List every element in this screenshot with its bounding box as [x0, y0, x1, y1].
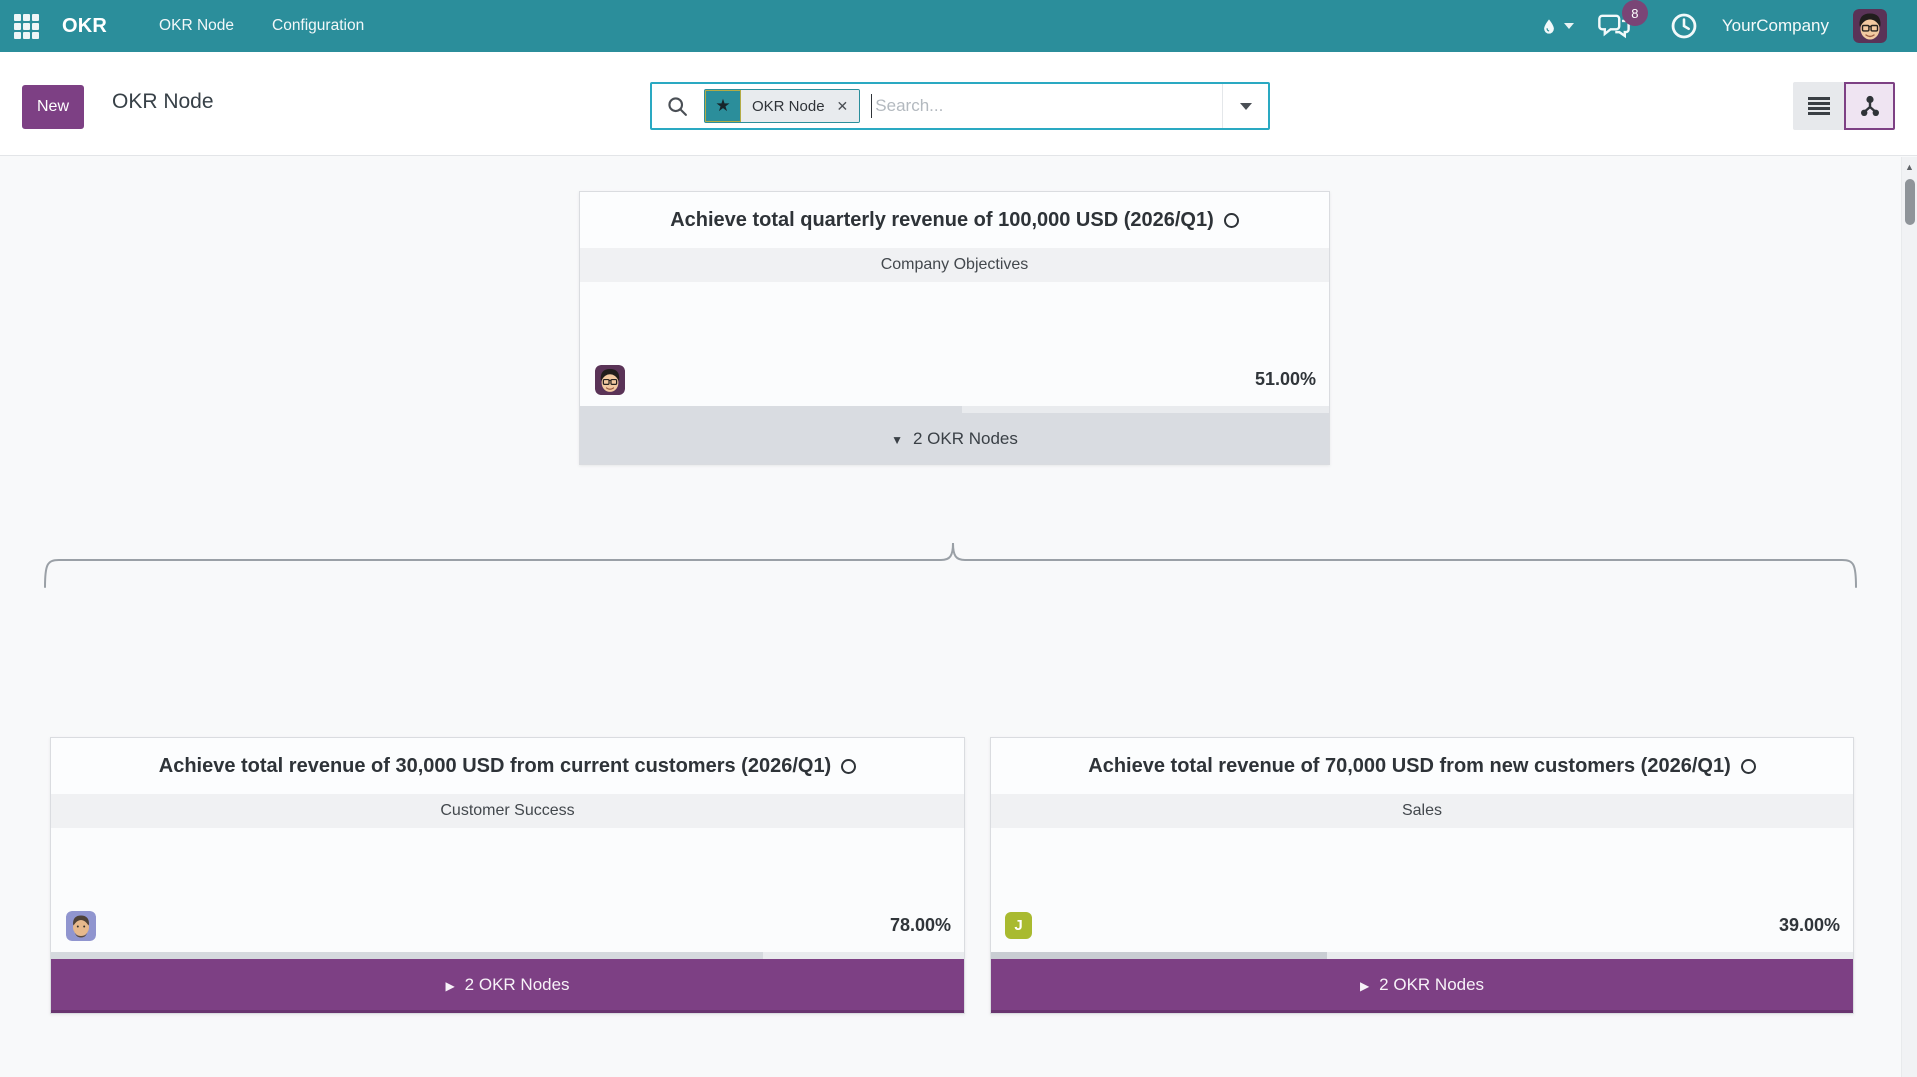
okr-title: Achieve total revenue of 70,000 USD from…: [1088, 755, 1730, 778]
progress-bar-fill: [580, 406, 962, 413]
search-options-toggle[interactable]: [1222, 84, 1268, 128]
search-bar[interactable]: ★ OKR Node ✕: [650, 82, 1270, 130]
breadcrumb: OKR Node: [112, 90, 214, 114]
progress-percentage: 39.00%: [1779, 915, 1840, 936]
menu-okr-node[interactable]: OKR Node: [159, 17, 234, 35]
search-facet-label: OKR Node: [752, 98, 825, 115]
okr-team: Customer Success: [51, 794, 964, 828]
view-switcher: [1793, 82, 1895, 130]
objective-circle-icon: [1224, 213, 1239, 228]
menu-configuration[interactable]: Configuration: [272, 17, 364, 35]
search-facet[interactable]: ★ OKR Node ✕: [704, 89, 860, 123]
progress-bar-fill: [51, 952, 763, 959]
company-name: YourCompany: [1722, 16, 1829, 35]
control-panel: New OKR Node ★ OKR Node ✕: [0, 52, 1917, 156]
user-avatar-image: [1853, 9, 1887, 43]
scroll-up-icon[interactable]: ▲: [1902, 157, 1917, 172]
expand-children-button[interactable]: ▶ 2 OKR Nodes: [51, 959, 964, 1013]
okr-card-customer-success[interactable]: Achieve total revenue of 30,000 USD from…: [50, 737, 965, 1014]
caret-right-icon: ▶: [445, 979, 454, 993]
top-navbar: OKR OKR Node Configuration 8: [0, 0, 1917, 52]
okr-nodes-count: 2 OKR Nodes: [913, 429, 1018, 449]
scrollbar-thumb[interactable]: [1905, 179, 1915, 225]
hierarchy-view-icon: [1858, 94, 1882, 118]
apps-grid-icon: [14, 14, 39, 39]
okr-card-root[interactable]: Achieve total quarterly revenue of 100,0…: [579, 191, 1330, 465]
okr-nodes-count: 2 OKR Nodes: [465, 975, 570, 995]
expand-children-button[interactable]: ▶ 2 OKR Nodes: [991, 959, 1853, 1013]
list-view-icon: [1807, 96, 1831, 116]
progress-percentage: 78.00%: [890, 915, 951, 936]
hierarchy-view-button[interactable]: [1844, 82, 1895, 130]
okr-card-sales[interactable]: Achieve total revenue of 70,000 USD from…: [990, 737, 1854, 1014]
unread-count-badge: 8: [1622, 0, 1648, 26]
owner-avatar-image: [66, 911, 96, 941]
chevron-down-icon: [1240, 103, 1252, 110]
objective-circle-icon: [1741, 759, 1756, 774]
progress-percentage: 51.00%: [1255, 369, 1316, 390]
droplet-icon: [1540, 15, 1558, 38]
owner-avatar[interactable]: [595, 365, 625, 395]
owner-avatar[interactable]: [66, 911, 96, 941]
caret-right-icon: ▶: [1360, 979, 1369, 993]
new-button[interactable]: New: [22, 85, 84, 129]
collapse-children-button[interactable]: ▼ 2 OKR Nodes: [580, 413, 1329, 464]
okr-team: Company Objectives: [580, 248, 1329, 282]
favorite-star-icon: ★: [705, 90, 741, 122]
list-view-button[interactable]: [1793, 82, 1844, 130]
apps-menu-button[interactable]: [0, 0, 52, 52]
progress-bar: [580, 406, 1329, 413]
progress-bar-fill: [991, 952, 1327, 959]
vertical-scrollbar[interactable]: ▲: [1901, 157, 1917, 1077]
okr-nodes-count: 2 OKR Nodes: [1379, 975, 1484, 995]
okr-team: Sales: [991, 794, 1853, 828]
chevron-down-icon: [1564, 23, 1574, 29]
owner-avatar-image: [595, 365, 625, 395]
systray-messages-menu[interactable]: 8: [1598, 12, 1632, 40]
clock-icon: [1670, 12, 1698, 40]
app-brand[interactable]: OKR: [62, 15, 107, 38]
search-input[interactable]: [872, 84, 1222, 128]
user-menu[interactable]: YourCompany: [1722, 16, 1829, 36]
user-avatar[interactable]: [1853, 9, 1887, 43]
progress-bar: [991, 952, 1853, 959]
caret-down-icon: ▼: [891, 433, 903, 447]
objective-circle-icon: [841, 759, 856, 774]
okr-app-window: OKR OKR Node Configuration 8: [0, 0, 1917, 1077]
systray-activities-menu[interactable]: [1670, 12, 1698, 40]
progress-bar: [51, 952, 964, 959]
systray-dropdown-menu[interactable]: [1540, 15, 1574, 38]
owner-avatar[interactable]: J: [1005, 912, 1032, 939]
okr-title: Achieve total quarterly revenue of 100,0…: [670, 209, 1214, 232]
okr-title: Achieve total revenue of 30,000 USD from…: [159, 755, 831, 778]
search-icon: [667, 96, 688, 117]
remove-facet-icon[interactable]: ✕: [837, 98, 849, 115]
